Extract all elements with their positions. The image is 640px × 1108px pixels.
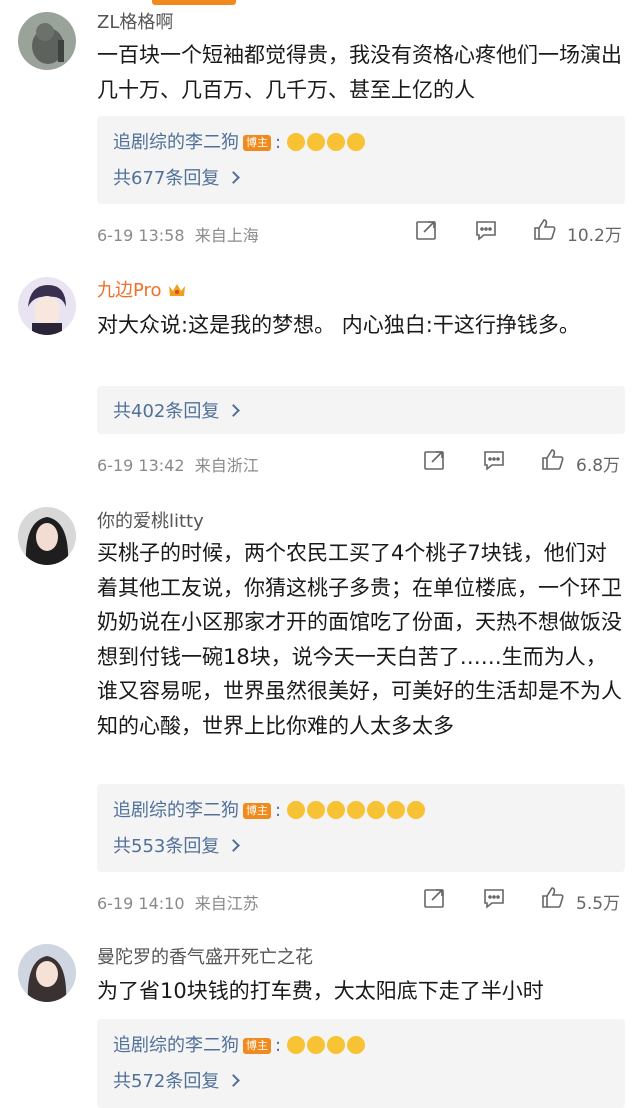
laughing-emoji-icon [346, 133, 365, 151]
avatar[interactable] [18, 507, 76, 565]
blogger-badge: 博主 [243, 1038, 271, 1054]
comment-text: 对大众说:这是我的梦想。 内心独白:干这行挣钱多。 [97, 313, 580, 337]
reply-box[interactable]: 追剧综的李二狗 博主: 共572条回复 [97, 1019, 625, 1108]
username[interactable]: 曼陀罗的香气盛开死亡之花 [97, 943, 313, 969]
sweating-emoji-icon [346, 1036, 365, 1054]
chevron-right-icon [227, 171, 241, 184]
sweating-emoji-icon [306, 1036, 325, 1054]
crying-emoji-icon [286, 801, 305, 819]
vip-crown-icon [168, 284, 185, 296]
comment-actions: 5.5万 [0, 886, 640, 916]
reply-preview[interactable]: 追剧综的李二狗 博主: [113, 796, 427, 824]
reply-count-label: 共402条回复 [113, 401, 220, 422]
active-tab-indicator [152, 0, 236, 5]
username-label: 九边Pro [97, 280, 162, 301]
reply-username[interactable]: 追剧综的李二狗 [113, 1035, 239, 1056]
sweating-emoji-icon [326, 1036, 345, 1054]
like-count: 5.5万 [576, 894, 621, 914]
crying-emoji-icon [386, 801, 405, 819]
reply-box[interactable]: 追剧综的李二狗 博主: 共553条回复 [97, 784, 625, 872]
crying-emoji-icon [346, 801, 365, 819]
comment-icon[interactable] [482, 886, 506, 910]
crying-emoji-group [286, 801, 427, 824]
username[interactable]: 你的爱桃litty [97, 507, 204, 533]
reply-username[interactable]: 追剧综的李二狗 [113, 132, 239, 153]
sweating-emoji-icon [286, 1036, 305, 1054]
laughing-emoji-icon [326, 133, 345, 151]
reply-colon: : [275, 800, 282, 821]
reply-username[interactable]: 追剧综的李二狗 [113, 800, 239, 821]
reply-count-link[interactable]: 共402条回复 [113, 397, 241, 423]
reply-box[interactable]: 共402条回复 [97, 386, 625, 434]
share-icon[interactable] [422, 886, 446, 910]
comment-text: 买桃子的时候，两个农民工买了4个桃子7块钱，他们对着其他工友说，你猜这桃子多贵；… [97, 541, 622, 738]
crying-emoji-icon [366, 801, 385, 819]
crying-emoji-icon [406, 801, 425, 819]
username[interactable]: 九边Pro [97, 276, 187, 302]
thumbs-up-icon[interactable] [541, 886, 565, 910]
crying-emoji-icon [306, 801, 325, 819]
comment-text: 一百块一个短袖都觉得贵，我没有资格心疼他们一场演出几十万、几百万、几千万、甚至上… [97, 43, 622, 102]
like-count: 6.8万 [576, 456, 621, 476]
chevron-right-icon [227, 404, 241, 417]
blogger-badge: 博主 [243, 803, 271, 819]
blogger-badge: 博主 [243, 135, 271, 151]
laughing-emoji-icon [306, 133, 325, 151]
thumbs-up-icon[interactable] [533, 218, 557, 242]
comment-text: 为了省10块钱的打车费，大太阳底下走了半小时 [97, 979, 544, 1003]
share-icon[interactable] [414, 218, 438, 242]
chevron-right-icon [227, 839, 241, 852]
reply-preview[interactable]: 追剧综的李二狗 博主: [113, 1031, 367, 1059]
reply-colon: : [275, 132, 282, 153]
laugh-cry-emoji-group [286, 133, 367, 156]
share-icon[interactable] [422, 448, 446, 472]
avatar[interactable] [18, 277, 76, 335]
reply-count-link[interactable]: 共572条回复 [113, 1067, 241, 1093]
chevron-right-icon [227, 1074, 241, 1087]
thumbs-up-icon[interactable] [541, 448, 565, 472]
reply-preview[interactable]: 追剧综的李二狗 博主: [113, 128, 367, 156]
reply-colon: : [275, 1035, 282, 1056]
like-count: 10.2万 [567, 226, 622, 246]
crying-emoji-icon [326, 801, 345, 819]
comment-icon[interactable] [474, 218, 498, 242]
sweat-emoji-group [286, 1036, 367, 1059]
reply-count-label: 共572条回复 [113, 1071, 220, 1092]
reply-box[interactable]: 追剧综的李二狗 博主: 共677条回复 [97, 116, 625, 204]
avatar[interactable] [18, 12, 76, 70]
avatar[interactable] [18, 944, 76, 1002]
comment-icon[interactable] [482, 448, 506, 472]
reply-count-link[interactable]: 共677条回复 [113, 164, 241, 190]
username[interactable]: ZL格格啊 [97, 8, 173, 34]
comment-actions: 10.2万 [0, 218, 640, 248]
reply-count-label: 共553条回复 [113, 836, 220, 857]
reply-count-label: 共677条回复 [113, 168, 220, 189]
laughing-emoji-icon [286, 133, 305, 151]
comment-actions: 6.8万 [0, 448, 640, 478]
reply-count-link[interactable]: 共553条回复 [113, 832, 241, 858]
